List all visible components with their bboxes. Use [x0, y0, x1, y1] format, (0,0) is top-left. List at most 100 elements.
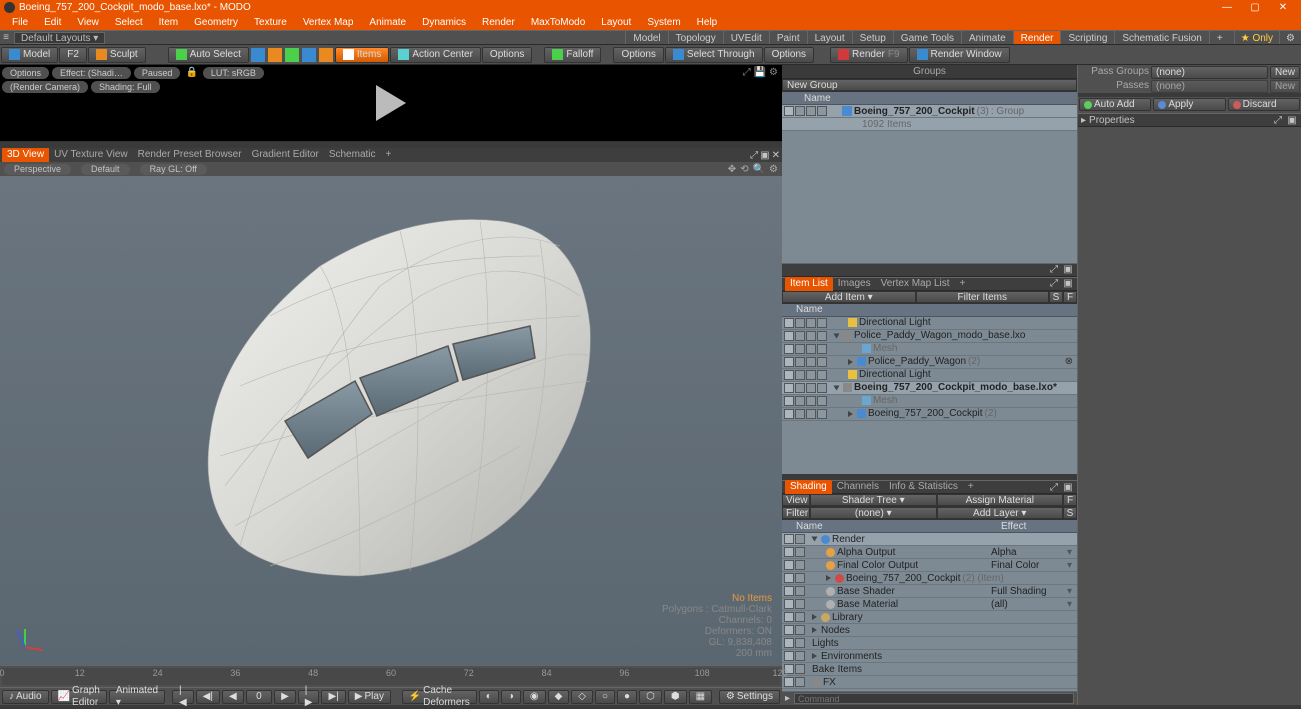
- falloff-button[interactable]: Falloff: [544, 47, 601, 63]
- vertex-mode-icon[interactable]: [251, 48, 265, 62]
- render-paused-pill[interactable]: Paused: [134, 67, 181, 79]
- hamburger-icon[interactable]: ≡: [0, 32, 12, 43]
- discard-button[interactable]: Discard: [1228, 98, 1300, 111]
- props-tear-icon[interactable]: ▣: [1286, 115, 1298, 126]
- mat-mode-icon[interactable]: [302, 48, 316, 62]
- next-frame-button[interactable]: ▶: [274, 690, 296, 704]
- layout-tab-layout[interactable]: Layout: [807, 31, 852, 44]
- vp-gear-icon[interactable]: ⚙: [769, 164, 778, 175]
- item-mode-icon[interactable]: [319, 48, 333, 62]
- layout-tab-uvedit[interactable]: UVEdit: [723, 31, 769, 44]
- il-s-button[interactable]: S: [1049, 291, 1063, 303]
- vp-expand-icon[interactable]: ⤢: [750, 150, 758, 161]
- shader-fx[interactable]: FX: [823, 677, 836, 688]
- sh-s[interactable]: S: [1063, 507, 1077, 519]
- filter-items-button[interactable]: Filter Items: [916, 291, 1050, 303]
- groups-expand-icon[interactable]: ⤢: [1048, 264, 1060, 275]
- menu-geometry[interactable]: Geometry: [186, 15, 246, 30]
- menu-item[interactable]: Item: [151, 15, 186, 30]
- menu-render[interactable]: Render: [474, 15, 523, 30]
- cache-deformers-button[interactable]: ⚡ Cache Deformers: [402, 690, 477, 704]
- render-options-pill[interactable]: Options: [2, 67, 49, 79]
- vp-perspective[interactable]: Perspective: [4, 164, 71, 175]
- tl-icon2[interactable]: ◑: [501, 690, 521, 704]
- menu-system[interactable]: System: [639, 15, 688, 30]
- shader-final-color-output[interactable]: Final Color Output: [837, 560, 918, 571]
- layout-tab-animate[interactable]: Animate: [961, 31, 1013, 44]
- render-shading-pill[interactable]: Shading: Full: [91, 81, 160, 93]
- sh-tab-+[interactable]: +: [963, 480, 979, 494]
- add-item-button[interactable]: Add Item ▾: [782, 291, 916, 303]
- il-tear-icon[interactable]: ▣: [1062, 278, 1074, 289]
- close-button[interactable]: ✕: [1269, 2, 1297, 13]
- menu-layout[interactable]: Layout: [593, 15, 639, 30]
- next-key-button[interactable]: |▶: [298, 690, 320, 704]
- vp-tear-icon[interactable]: ▣: [760, 150, 769, 161]
- shader-boeing-757-200-cockpit[interactable]: Boeing_757_200_Cockpit: [846, 573, 961, 584]
- options2-button[interactable]: Options: [613, 47, 663, 63]
- auto-add-button[interactable]: Auto Add: [1079, 98, 1151, 111]
- item-directional-light[interactable]: Directional Light: [859, 369, 931, 380]
- item-mesh[interactable]: Mesh: [873, 343, 897, 354]
- goto-end-button[interactable]: ▶|: [321, 690, 345, 704]
- il-tab-images[interactable]: Images: [833, 277, 876, 291]
- props-collapse-icon[interactable]: ▸: [1081, 115, 1086, 126]
- shader-render[interactable]: Render: [832, 534, 865, 545]
- item-close-icon[interactable]: ⊗: [1065, 356, 1073, 367]
- tl-icon1[interactable]: ◐: [479, 690, 499, 704]
- only-button[interactable]: ★ Only: [1234, 31, 1279, 44]
- expand-icon[interactable]: ⤢: [743, 67, 751, 78]
- sh-expand-icon[interactable]: ⤢: [1048, 482, 1060, 493]
- menu-vertex-map[interactable]: Vertex Map: [295, 15, 362, 30]
- shader-base-shader[interactable]: Base Shader: [837, 586, 895, 597]
- pass-groups-new-button[interactable]: New: [1270, 66, 1300, 79]
- shader-nodes[interactable]: Nodes: [821, 625, 850, 636]
- vp-tab-+[interactable]: +: [381, 148, 397, 162]
- tl-icon7[interactable]: ●: [617, 690, 637, 704]
- vp-close-icon[interactable]: ✕: [772, 150, 780, 161]
- animated-dropdown[interactable]: Animated ▾: [109, 690, 165, 704]
- menu-dynamics[interactable]: Dynamics: [414, 15, 474, 30]
- gear-icon[interactable]: ⚙: [769, 67, 778, 78]
- layout-tab-topology[interactable]: Topology: [668, 31, 723, 44]
- sh-filter-dropdown[interactable]: (none) ▾: [810, 507, 937, 519]
- vp-tab-uv-texture-view[interactable]: UV Texture View: [49, 148, 133, 162]
- tl-icon5[interactable]: ◇: [571, 690, 593, 704]
- render-effect-pill[interactable]: Effect: (Shadi…: [52, 67, 131, 79]
- shader-library[interactable]: Library: [832, 612, 863, 623]
- item-directional-light[interactable]: Directional Light: [859, 317, 931, 328]
- render-lut-pill[interactable]: LUT: sRGB: [203, 67, 264, 79]
- graph-editor-button[interactable]: 📈 Graph Editor: [51, 690, 107, 704]
- cmd-arrow-icon[interactable]: ▸: [785, 693, 790, 704]
- apply-button[interactable]: Apply: [1153, 98, 1225, 111]
- f2-button[interactable]: F2: [59, 47, 87, 63]
- items-button[interactable]: Items: [335, 47, 389, 63]
- prev-frame-button[interactable]: ◀: [222, 690, 244, 704]
- layout-tab-schematic-fusion[interactable]: Schematic Fusion: [1114, 31, 1208, 44]
- il-tab-vertex-map-list[interactable]: Vertex Map List: [876, 277, 955, 291]
- il-tab-+[interactable]: +: [955, 277, 971, 291]
- options1-button[interactable]: Options: [482, 47, 532, 63]
- timeline[interactable]: 01224364860728496108120: [0, 665, 782, 687]
- render-window-button[interactable]: Render Window: [909, 47, 1010, 63]
- effect-dropdown-icon[interactable]: ▾: [1067, 599, 1077, 610]
- sh-f1[interactable]: F: [1063, 494, 1077, 506]
- new-group-button[interactable]: New Group: [782, 79, 1077, 91]
- item-boeing-757-200-cockpit[interactable]: Boeing_757_200_Cockpit: [868, 408, 983, 419]
- sh-tab-info-&-statistics[interactable]: Info & Statistics: [884, 480, 963, 494]
- play-icon[interactable]: [376, 85, 406, 121]
- group-item-name[interactable]: Boeing_757_200_Cockpit: [854, 106, 975, 117]
- il-tab-item-list[interactable]: Item List: [785, 277, 833, 291]
- item-mesh[interactable]: Mesh: [873, 395, 897, 406]
- passes-dropdown[interactable]: (none): [1151, 80, 1268, 93]
- pass-groups-dropdown[interactable]: (none): [1151, 66, 1268, 79]
- tl-icon9[interactable]: ⬢: [664, 690, 687, 704]
- menu-edit[interactable]: Edit: [36, 15, 69, 30]
- render-button[interactable]: RenderF9: [830, 47, 907, 63]
- maximize-button[interactable]: ▢: [1241, 2, 1269, 13]
- vp-rotate-icon[interactable]: ⟲: [740, 164, 748, 175]
- shader-alpha-output[interactable]: Alpha Output: [837, 547, 895, 558]
- tl-icon4[interactable]: ◆: [548, 690, 570, 704]
- minimize-button[interactable]: —: [1213, 2, 1241, 13]
- add-layer-button[interactable]: Add Layer ▾: [937, 507, 1064, 519]
